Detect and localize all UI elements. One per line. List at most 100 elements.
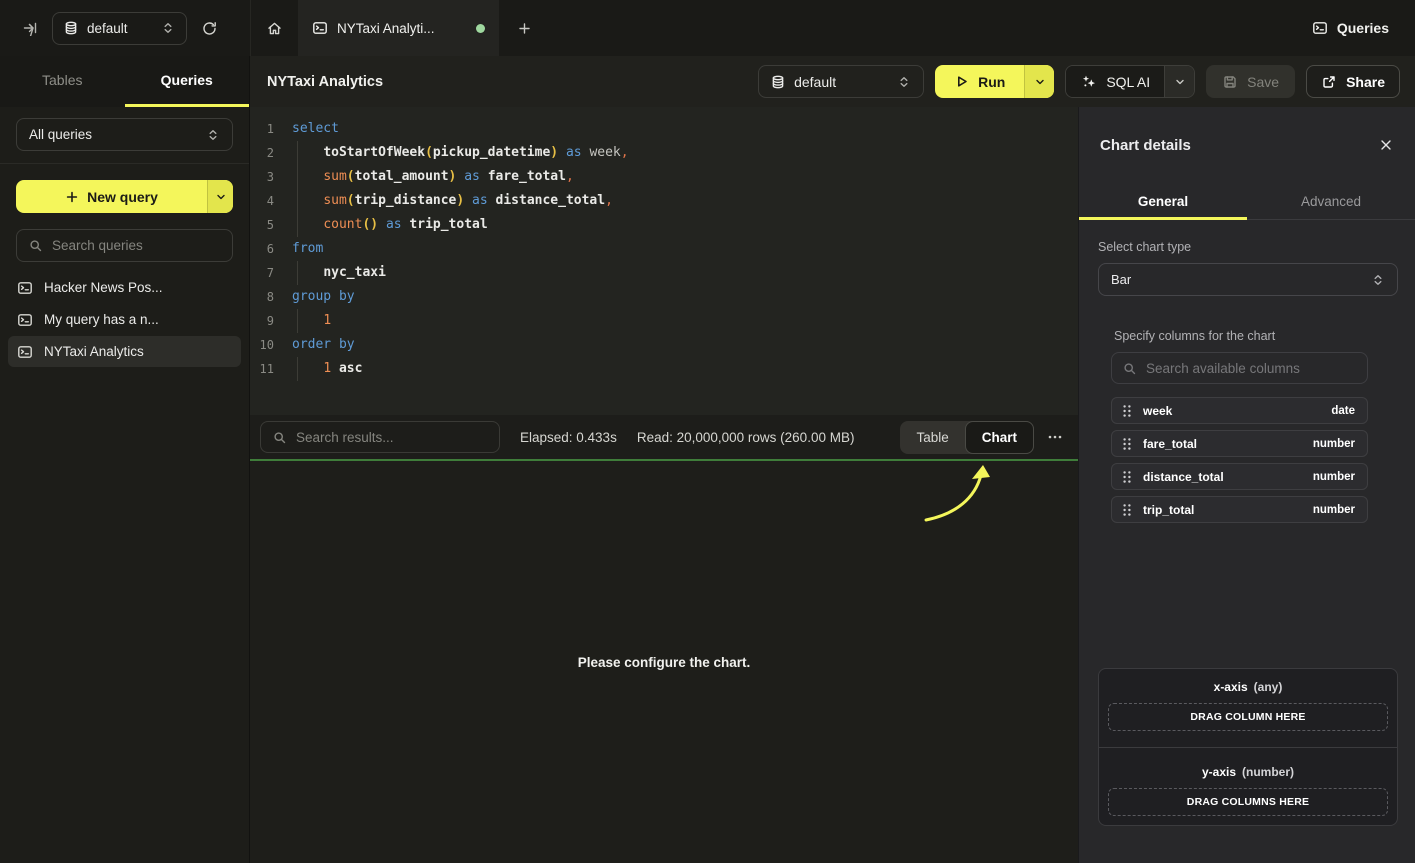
line-number: 4 — [250, 189, 274, 213]
play-icon — [954, 74, 969, 89]
sql-ai-button[interactable]: SQL AI — [1065, 65, 1195, 98]
code-line: sum(trip_distance) as distance_total, — [290, 189, 629, 213]
share-icon — [1321, 74, 1337, 90]
code-line: from — [290, 237, 629, 261]
search-results-input[interactable] — [296, 430, 488, 445]
view-toggle-chart[interactable]: Chart — [965, 421, 1034, 454]
search-queries-input[interactable] — [52, 238, 221, 253]
chart-type-label: Select chart type — [1098, 240, 1398, 254]
tab-advanced[interactable]: Advanced — [1247, 183, 1415, 219]
refresh-icon[interactable] — [201, 20, 218, 37]
workspace: 1234567891011 select toStartOfWeek(picku… — [250, 107, 1078, 863]
search-results-box[interactable] — [260, 421, 500, 453]
query-list-item[interactable]: My query has a n... — [8, 304, 241, 335]
columns-section: Specify columns for the chart week date … — [1111, 329, 1368, 523]
column-type: date — [1331, 405, 1355, 417]
chart-column-item[interactable]: week date — [1111, 397, 1368, 424]
sql-editor[interactable]: 1234567891011 select toStartOfWeek(picku… — [250, 107, 1078, 415]
sidebar-tabs: Tables Queries — [0, 56, 249, 107]
run-button[interactable]: Run — [935, 65, 1054, 98]
tab-general[interactable]: General — [1079, 183, 1247, 219]
chart-area: Please configure the chart. — [250, 461, 1078, 863]
close-icon[interactable] — [1378, 137, 1394, 153]
elapsed-time: Elapsed: 0.433s — [520, 430, 617, 445]
x-axis-hint: (any) — [1254, 680, 1283, 694]
code-line: nyc_taxi — [290, 261, 629, 285]
toolbar-database-selector[interactable]: default — [758, 65, 924, 98]
search-icon — [1122, 361, 1137, 376]
new-query-dropdown[interactable] — [207, 180, 233, 213]
columns-label: Specify columns for the chart — [1114, 329, 1368, 343]
query-list-item[interactable]: NYTaxi Analytics — [8, 336, 241, 367]
tab-nytaxi-analytics[interactable]: NYTaxi Analyti... — [298, 0, 499, 56]
toolbar-database-value: default — [794, 74, 836, 90]
drag-handle-icon[interactable] — [1122, 437, 1132, 451]
queries-button-label: Queries — [1337, 20, 1389, 36]
queries-button[interactable]: Queries — [1312, 20, 1389, 36]
plus-icon — [517, 21, 532, 36]
line-number: 6 — [250, 237, 274, 261]
drag-handle-icon[interactable] — [1122, 404, 1132, 418]
view-toggle-table[interactable]: Table — [900, 421, 964, 454]
x-axis-label-row: x-axis(any) — [1108, 680, 1388, 694]
terminal-icon — [17, 312, 33, 328]
chevron-updown-icon — [206, 128, 220, 142]
line-number: 5 — [250, 213, 274, 237]
chart-column-item[interactable]: fare_total number — [1111, 430, 1368, 457]
database-selector-value: default — [87, 21, 128, 36]
line-number: 11 — [250, 357, 274, 381]
chevron-down-icon — [215, 191, 227, 203]
more-options-icon[interactable] — [1046, 428, 1064, 446]
code-line: 1 asc — [290, 357, 629, 381]
share-button[interactable]: Share — [1306, 65, 1400, 98]
hint-arrow — [920, 463, 1000, 527]
run-button-label: Run — [978, 74, 1005, 90]
search-icon — [28, 238, 43, 253]
home-icon — [266, 20, 283, 37]
line-number: 9 — [250, 309, 274, 333]
column-type: number — [1313, 471, 1355, 483]
tab-strip: NYTaxi Analyti... — [250, 0, 549, 56]
sidebar-divider — [0, 163, 249, 164]
chart-type-select[interactable]: Bar — [1098, 263, 1398, 296]
results-toolbar: Elapsed: 0.433s Read: 20,000,000 rows (2… — [250, 415, 1078, 459]
new-query-main[interactable]: New query — [16, 180, 207, 213]
sql-ai-main[interactable]: SQL AI — [1066, 66, 1164, 97]
save-button-label: Save — [1247, 74, 1279, 90]
new-query-label: New query — [87, 189, 158, 205]
run-dropdown[interactable] — [1024, 65, 1054, 98]
axes-config-box: x-axis(any) DRAG COLUMN HERE y-axis(numb… — [1098, 668, 1398, 826]
sql-ai-dropdown[interactable] — [1164, 66, 1194, 97]
query-list-item[interactable]: Hacker News Pos... — [8, 272, 241, 303]
terminal-icon — [1312, 20, 1328, 36]
terminal-icon — [17, 280, 33, 296]
drag-handle-icon[interactable] — [1122, 503, 1132, 517]
unsaved-changes-dot — [476, 24, 485, 33]
columns-search-input[interactable] — [1146, 361, 1357, 376]
collapse-sidebar-icon[interactable] — [22, 20, 38, 36]
sidebar: Tables Queries All queries New query Hac… — [0, 56, 250, 863]
query-item-label: Hacker News Pos... — [44, 280, 163, 295]
x-axis-drop-zone[interactable]: DRAG COLUMN HERE — [1108, 703, 1388, 731]
top-bar-left: default — [0, 0, 250, 56]
y-axis-drop-zone[interactable]: DRAG COLUMNS HERE — [1108, 788, 1388, 816]
chevron-down-icon — [1034, 76, 1046, 88]
chart-empty-message: Please configure the chart. — [578, 655, 751, 670]
sidebar-tab-queries[interactable]: Queries — [125, 56, 250, 107]
code-line: group by — [290, 285, 629, 309]
queries-filter-select[interactable]: All queries — [16, 118, 233, 151]
search-queries-box[interactable] — [16, 229, 233, 262]
tab-home[interactable] — [251, 0, 298, 56]
chart-column-item[interactable]: distance_total number — [1111, 463, 1368, 490]
columns-search-box[interactable] — [1111, 352, 1368, 384]
database-icon — [771, 75, 785, 89]
database-selector[interactable]: default — [52, 12, 187, 45]
chevron-updown-icon — [897, 75, 911, 89]
new-tab-button[interactable] — [499, 0, 549, 56]
run-button-main[interactable]: Run — [935, 65, 1024, 98]
sidebar-tab-tables[interactable]: Tables — [0, 56, 125, 107]
save-button[interactable]: Save — [1206, 65, 1295, 98]
new-query-button[interactable]: New query — [16, 180, 233, 213]
drag-handle-icon[interactable] — [1122, 470, 1132, 484]
chart-column-item[interactable]: trip_total number — [1111, 496, 1368, 523]
